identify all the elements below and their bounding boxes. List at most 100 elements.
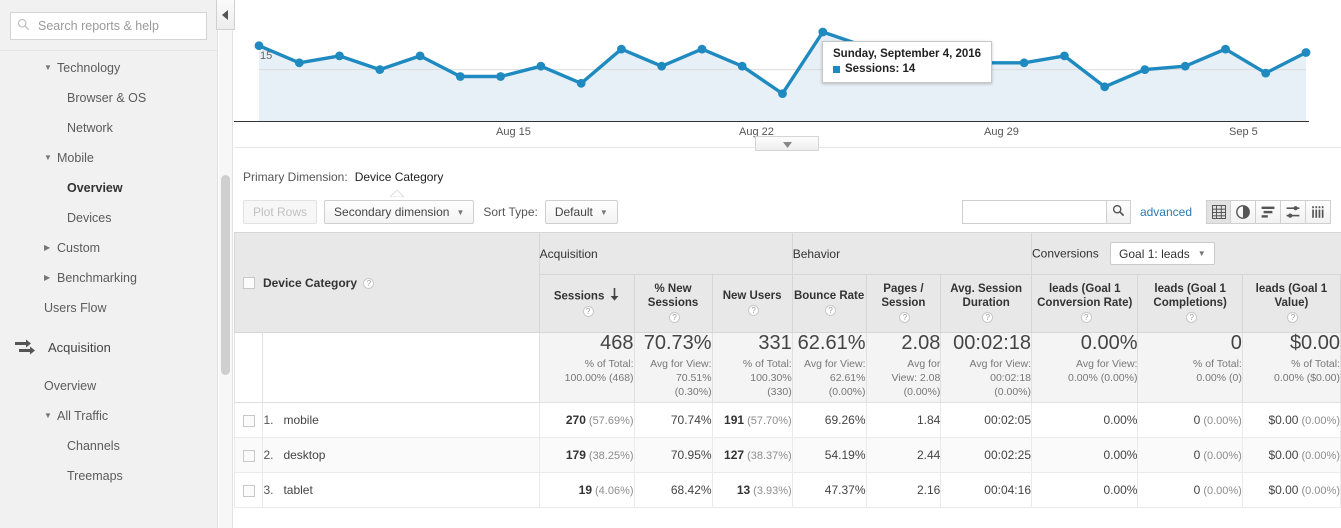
goal-completions-pct: (0.00%) [1203,415,1242,427]
table-row[interactable]: 3. tablet 19 (4.06%) 68.42% 13 (3.93%) 47.37% 2.… [233,472,1341,508]
sidebar-nav: ▼ Technology Browser & OS Network ▼ Mobi… [0,51,217,491]
column-header-goal-completions[interactable]: leads (Goal 1 Completions) ? [1137,274,1243,333]
column-header-goal-conversion-rate[interactable]: leads (Goal 1 Conversion Rate) ? [1030,274,1139,333]
totals-goal-conv-rate: 0.00% Avg for View: 0.00% (0.00%) [1030,332,1139,403]
totals-bounce-rate: 62.61% Avg for View: 62.61% (0.00%) [791,332,867,403]
column-header-goal-value[interactable]: leads (Goal 1 Value) ? [1241,274,1341,333]
column-header-label: leads (Goal 1 Completions) [1153,282,1227,310]
comparison-view-icon[interactable] [1281,200,1306,224]
help-icon[interactable]: ? [669,312,681,324]
table-body: 1. mobile 270 (57.69%) 70.74% 191 (57.70%) 69.2… [233,402,1341,508]
search-box[interactable] [10,12,207,40]
column-header-new-users[interactable]: New Users ? [711,274,793,333]
chevron-left-icon [222,9,229,20]
chevron-down-icon: ▼ [1197,249,1206,258]
sidebar-collapse-button[interactable] [216,0,235,30]
advanced-link[interactable]: advanced [1140,205,1192,219]
goal-conversion-rate-cell: 0.00% [1030,402,1139,438]
sidebar-item-mobile[interactable]: ▼ Mobile [0,143,217,173]
primary-dimension-caret-icon [388,186,406,200]
pages-session-cell: 2.16 [865,472,942,508]
sessions-cell: 179 (38.25%) [538,437,635,473]
main-content: 15 Sunday, September 4, 2016 Sessions: 1… [233,0,1341,528]
sidebar-item-custom[interactable]: ▶ Custom [0,233,217,263]
column-header-bounce-rate[interactable]: Bounce Rate ? [791,274,867,333]
sidebar-item-devices[interactable]: Devices [0,203,217,233]
sidebar-item-acq-overview[interactable]: Overview [0,371,217,401]
row-checkbox[interactable] [242,484,255,497]
sort-type-dropdown[interactable]: Default ▼ [544,200,618,224]
sidebar-scrollbar[interactable] [219,0,233,528]
view-type-switcher [1206,200,1331,224]
column-header-sessions[interactable]: Sessions ? [538,274,635,333]
sessions-pct: (57.69%) [588,415,634,427]
tooltip-metric: Sessions: 14 [833,63,981,75]
column-header-new-sessions-pct[interactable]: % New Sessions ? [633,274,713,333]
row-label[interactable]: tablet [283,483,312,497]
sidebar-item-treemaps[interactable]: Treemaps [0,461,217,491]
select-all-checkbox-cell[interactable] [233,232,263,333]
column-header-pages-session[interactable]: Pages / Session ? [865,274,942,333]
row-label[interactable]: mobile [283,413,318,427]
table-row[interactable]: 1. mobile 270 (57.69%) 70.74% 191 (57.70%) 69.2… [233,402,1341,438]
sort-desc-icon[interactable] [610,287,619,305]
sidebar-item-browser-os[interactable]: Browser & OS [0,83,217,113]
group-header-label: Acquisition [539,246,598,261]
device-category-cell[interactable]: 1. mobile [262,402,540,438]
sidebar-item-channels[interactable]: Channels [0,431,217,461]
pie-chart-view-icon[interactable] [1231,200,1256,224]
column-header-device-category[interactable]: Device Category ? [262,232,540,333]
goal-completions-value: 0 [1193,448,1201,462]
sidebar-item-network[interactable]: Network [0,113,217,143]
search-input[interactable] [961,200,1106,224]
help-icon[interactable]: ? [1080,312,1092,324]
row-checkbox[interactable] [242,414,255,427]
avg-session-duration-cell: 00:02:25 [940,437,1032,473]
help-icon[interactable]: ? [582,306,594,318]
sidebar-item-technology[interactable]: ▼ Technology [0,53,217,83]
row-checkbox[interactable] [242,449,255,462]
goal-conv-rate-value: 0.00% [1103,448,1138,462]
sidebar-scrollbar-thumb[interactable] [221,175,230,375]
table-row[interactable]: 2. desktop 179 (38.25%) 70.95% 127 (38.37%) 54.… [233,437,1341,473]
sidebar-section-acquisition[interactable]: Acquisition [0,323,217,371]
plot-rows-button[interactable]: Plot Rows [243,200,318,224]
select-all-checkbox[interactable] [242,277,255,290]
sidebar-item-benchmarking[interactable]: ▶ Benchmarking [0,263,217,293]
column-header-avg-session-duration[interactable]: Avg. Session Duration ? [940,274,1032,333]
row-select-cell[interactable] [233,402,264,438]
primary-dimension-value[interactable]: Device Category [355,170,444,184]
pages-session-cell: 1.84 [865,402,942,438]
sidebar-item-users-flow[interactable]: Users Flow [0,293,217,323]
help-icon[interactable]: ? [1186,312,1198,324]
sessions-over-time-chart[interactable]: 15 Sunday, September 4, 2016 Sessions: 1… [234,0,1341,151]
row-select-cell[interactable] [233,437,264,473]
sidebar-item-overview[interactable]: Overview [0,173,217,203]
row-label[interactable]: desktop [283,448,325,462]
bounce-rate-cell: 69.26% [791,402,867,438]
device-category-cell[interactable]: 2. desktop [262,437,540,473]
help-icon[interactable]: ? [825,304,837,316]
chart-collapse-handle[interactable] [755,136,819,151]
totals-sub: Avg for View: 0.00% (0.00%) [1068,358,1138,385]
help-icon[interactable]: ? [363,277,375,289]
goal-completions-cell: 0 (0.00%) [1137,437,1243,473]
sidebar-item-all-traffic[interactable]: ▼ All Traffic [0,401,217,431]
goal-select-dropdown[interactable]: Goal 1: leads ▼ [1110,242,1215,265]
device-category-cell[interactable]: 3. tablet [262,472,540,508]
group-header-behavior: Behavior [791,232,1032,275]
help-icon[interactable]: ? [982,312,994,324]
bar-chart-view-icon[interactable] [1256,200,1281,224]
new-sessions-pct-value: 70.74% [670,413,712,427]
search-button[interactable] [1105,200,1131,224]
row-select-cell[interactable] [233,472,264,508]
column-header-label: leads (Goal 1 Conversion Rate) [1037,282,1133,310]
help-icon[interactable]: ? [748,304,760,316]
help-icon[interactable]: ? [899,312,911,324]
secondary-dimension-dropdown[interactable]: Secondary dimension ▼ [324,200,475,224]
search-input[interactable] [36,18,200,34]
table-view-icon[interactable] [1206,200,1231,224]
pivot-view-icon[interactable] [1306,200,1331,224]
help-icon[interactable]: ? [1287,312,1299,324]
column-header-label: Sessions [553,290,605,303]
